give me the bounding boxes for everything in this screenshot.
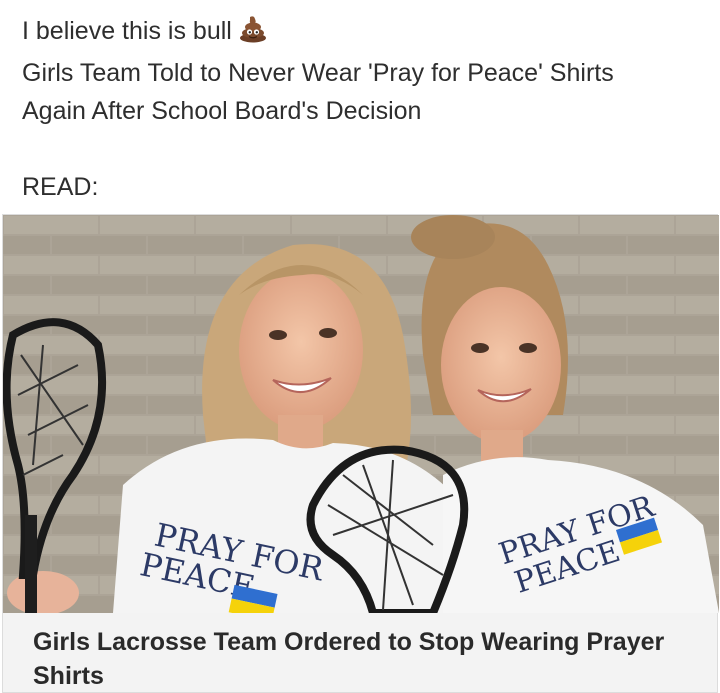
pile-of-poo-icon	[238, 13, 268, 54]
post-text: I believe this is bull Girls Team Told t…	[22, 12, 702, 206]
post-line-read: READ:	[22, 173, 99, 201]
link-preview-image[interactable]: PRAY FOR PEACE PRAY FOR PEACE	[3, 215, 719, 613]
link-preview-title[interactable]: Girls Lacrosse Team Ordered to Stop Wear…	[33, 625, 693, 693]
social-post: I believe this is bull Girls Team Told t…	[0, 0, 720, 693]
post-comment: I believe this is bull	[22, 17, 232, 45]
post-line-2: Girls Team Told to Never Wear 'Pray for …	[22, 59, 614, 87]
link-title-line-1: Girls Lacrosse Team Ordered to Stop Wear…	[33, 628, 665, 656]
link-title-line-2: Shirts	[33, 662, 104, 690]
post-line-1: I believe this is bull	[22, 12, 702, 54]
link-preview-card[interactable]: PRAY FOR PEACE PRAY FOR PEACE Girls Lacr…	[2, 214, 719, 693]
post-line-3: Again After School Board's Decision	[22, 97, 422, 125]
